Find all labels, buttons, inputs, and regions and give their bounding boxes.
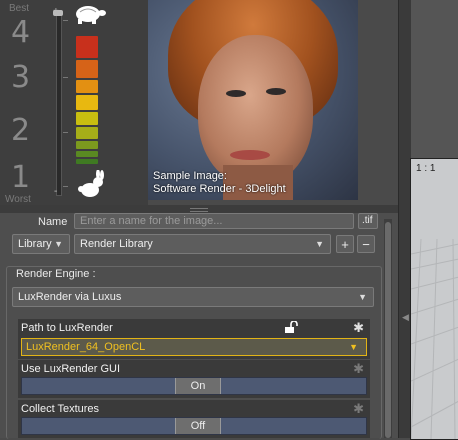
quality-bar-segment <box>76 112 98 125</box>
chevron-down-icon: ▼ <box>358 292 367 302</box>
slider-tick <box>63 77 68 78</box>
portrait-face <box>198 35 313 185</box>
remove-button[interactable]: − <box>357 235 375 253</box>
quality-level-3: 3 <box>11 60 31 95</box>
collect-textures-property: Collect Textures ✱ Off <box>18 400 370 438</box>
luxrender-path-value: LuxRender_64_OpenCL <box>26 341 146 353</box>
chevron-down-icon: ▼ <box>54 239 63 249</box>
portrait-eye <box>226 90 246 97</box>
3d-viewport[interactable] <box>410 158 458 440</box>
render-engine-label: Render Engine : <box>14 268 98 280</box>
use-luxrender-gui-label: Use LuxRender GUI <box>21 363 121 375</box>
unlock-icon[interactable] <box>284 321 298 334</box>
luxrender-path-dropdown[interactable]: LuxRender_64_OpenCL ▼ <box>21 338 367 356</box>
quality-bar-segment <box>76 36 98 58</box>
worst-label: Worst <box>5 194 31 205</box>
toggle-state: Off <box>175 418 221 434</box>
best-label: Best <box>9 3 30 14</box>
save-location-dropdown[interactable]: Library ▼ <box>12 234 70 254</box>
quality-bar-segment <box>76 141 98 149</box>
slider-tick <box>63 186 68 187</box>
render-settings-pane: Name Enter a name for the image... .tif … <box>0 213 398 439</box>
render-engine-dropdown[interactable]: LuxRender via Luxus ▼ <box>12 287 374 307</box>
path-to-luxrender-label: Path to LuxRender <box>21 322 113 334</box>
viewport-header-area <box>410 0 458 158</box>
render-engine-value: LuxRender via Luxus <box>18 291 122 303</box>
preview-caption-line2: Software Render - 3Delight <box>153 183 286 195</box>
sample-render-preview: Sample Image: Software Render - 3Delight <box>148 0 358 200</box>
collect-textures-toggle[interactable]: Off <box>21 417 367 435</box>
viewport-floor-grid <box>411 238 458 439</box>
rabbit-icon <box>78 170 104 197</box>
gear-icon[interactable]: ✱ <box>353 361 364 377</box>
library-folder-dropdown[interactable]: Render Library ▼ <box>74 234 331 254</box>
slider-tick <box>63 132 68 133</box>
file-extension-dropdown[interactable]: .tif <box>358 213 378 229</box>
name-label: Name <box>38 216 68 228</box>
quality-level-2: 2 <box>11 113 31 148</box>
use-luxrender-gui-property: Use LuxRender GUI ✱ On <box>18 360 370 398</box>
collect-textures-label: Collect Textures <box>21 403 100 415</box>
pane-filler <box>358 0 398 205</box>
preview-caption-line1: Sample Image: <box>153 170 227 182</box>
settings-scrollbar-thumb[interactable] <box>385 222 391 438</box>
quality-bar-segment <box>76 159 98 164</box>
slider-tick <box>63 20 68 21</box>
plus-icon: + <box>53 6 59 17</box>
render-quality-panel: Best Worst 4 3 2 1 + - <box>0 0 148 205</box>
quality-bar-segment <box>76 151 98 157</box>
portrait-eye <box>266 88 286 95</box>
quality-bar-segment <box>76 127 98 139</box>
add-button[interactable]: + <box>336 235 354 253</box>
minus-icon: - <box>54 186 58 197</box>
preview-caption: Sample Image: Software Render - 3Delight <box>153 170 286 196</box>
turtle-icon <box>76 6 106 24</box>
library-folder-value: Render Library <box>80 238 153 250</box>
path-to-luxrender-property: Path to LuxRender ✱ LuxRender_64_OpenCL … <box>18 319 370 359</box>
gear-icon[interactable]: ✱ <box>353 320 364 336</box>
quality-level-4: 4 <box>11 15 31 50</box>
quality-bar-segment <box>76 95 98 110</box>
gear-icon[interactable]: ✱ <box>353 401 364 417</box>
quality-bar-segment <box>76 80 98 93</box>
file-extension-value: .tif <box>362 215 373 226</box>
splitter-grip-icon <box>190 208 208 212</box>
quality-slider-track[interactable] <box>56 14 62 196</box>
toggle-state: On <box>175 378 221 394</box>
portrait-lips <box>230 150 270 160</box>
use-luxrender-gui-toggle[interactable]: On <box>21 377 367 395</box>
viewport-ratio-label: 1 : 1 <box>416 163 436 174</box>
save-location-value: Library <box>18 238 52 250</box>
quality-level-1: 1 <box>11 160 31 195</box>
chevron-down-icon: ▼ <box>349 342 358 352</box>
quality-bar-segment <box>76 60 98 78</box>
collapse-arrow-icon[interactable]: ◀ <box>402 312 409 323</box>
image-name-input[interactable]: Enter a name for the image... <box>74 213 354 229</box>
pane-splitter[interactable] <box>0 205 398 213</box>
chevron-down-icon: ▼ <box>315 239 324 249</box>
